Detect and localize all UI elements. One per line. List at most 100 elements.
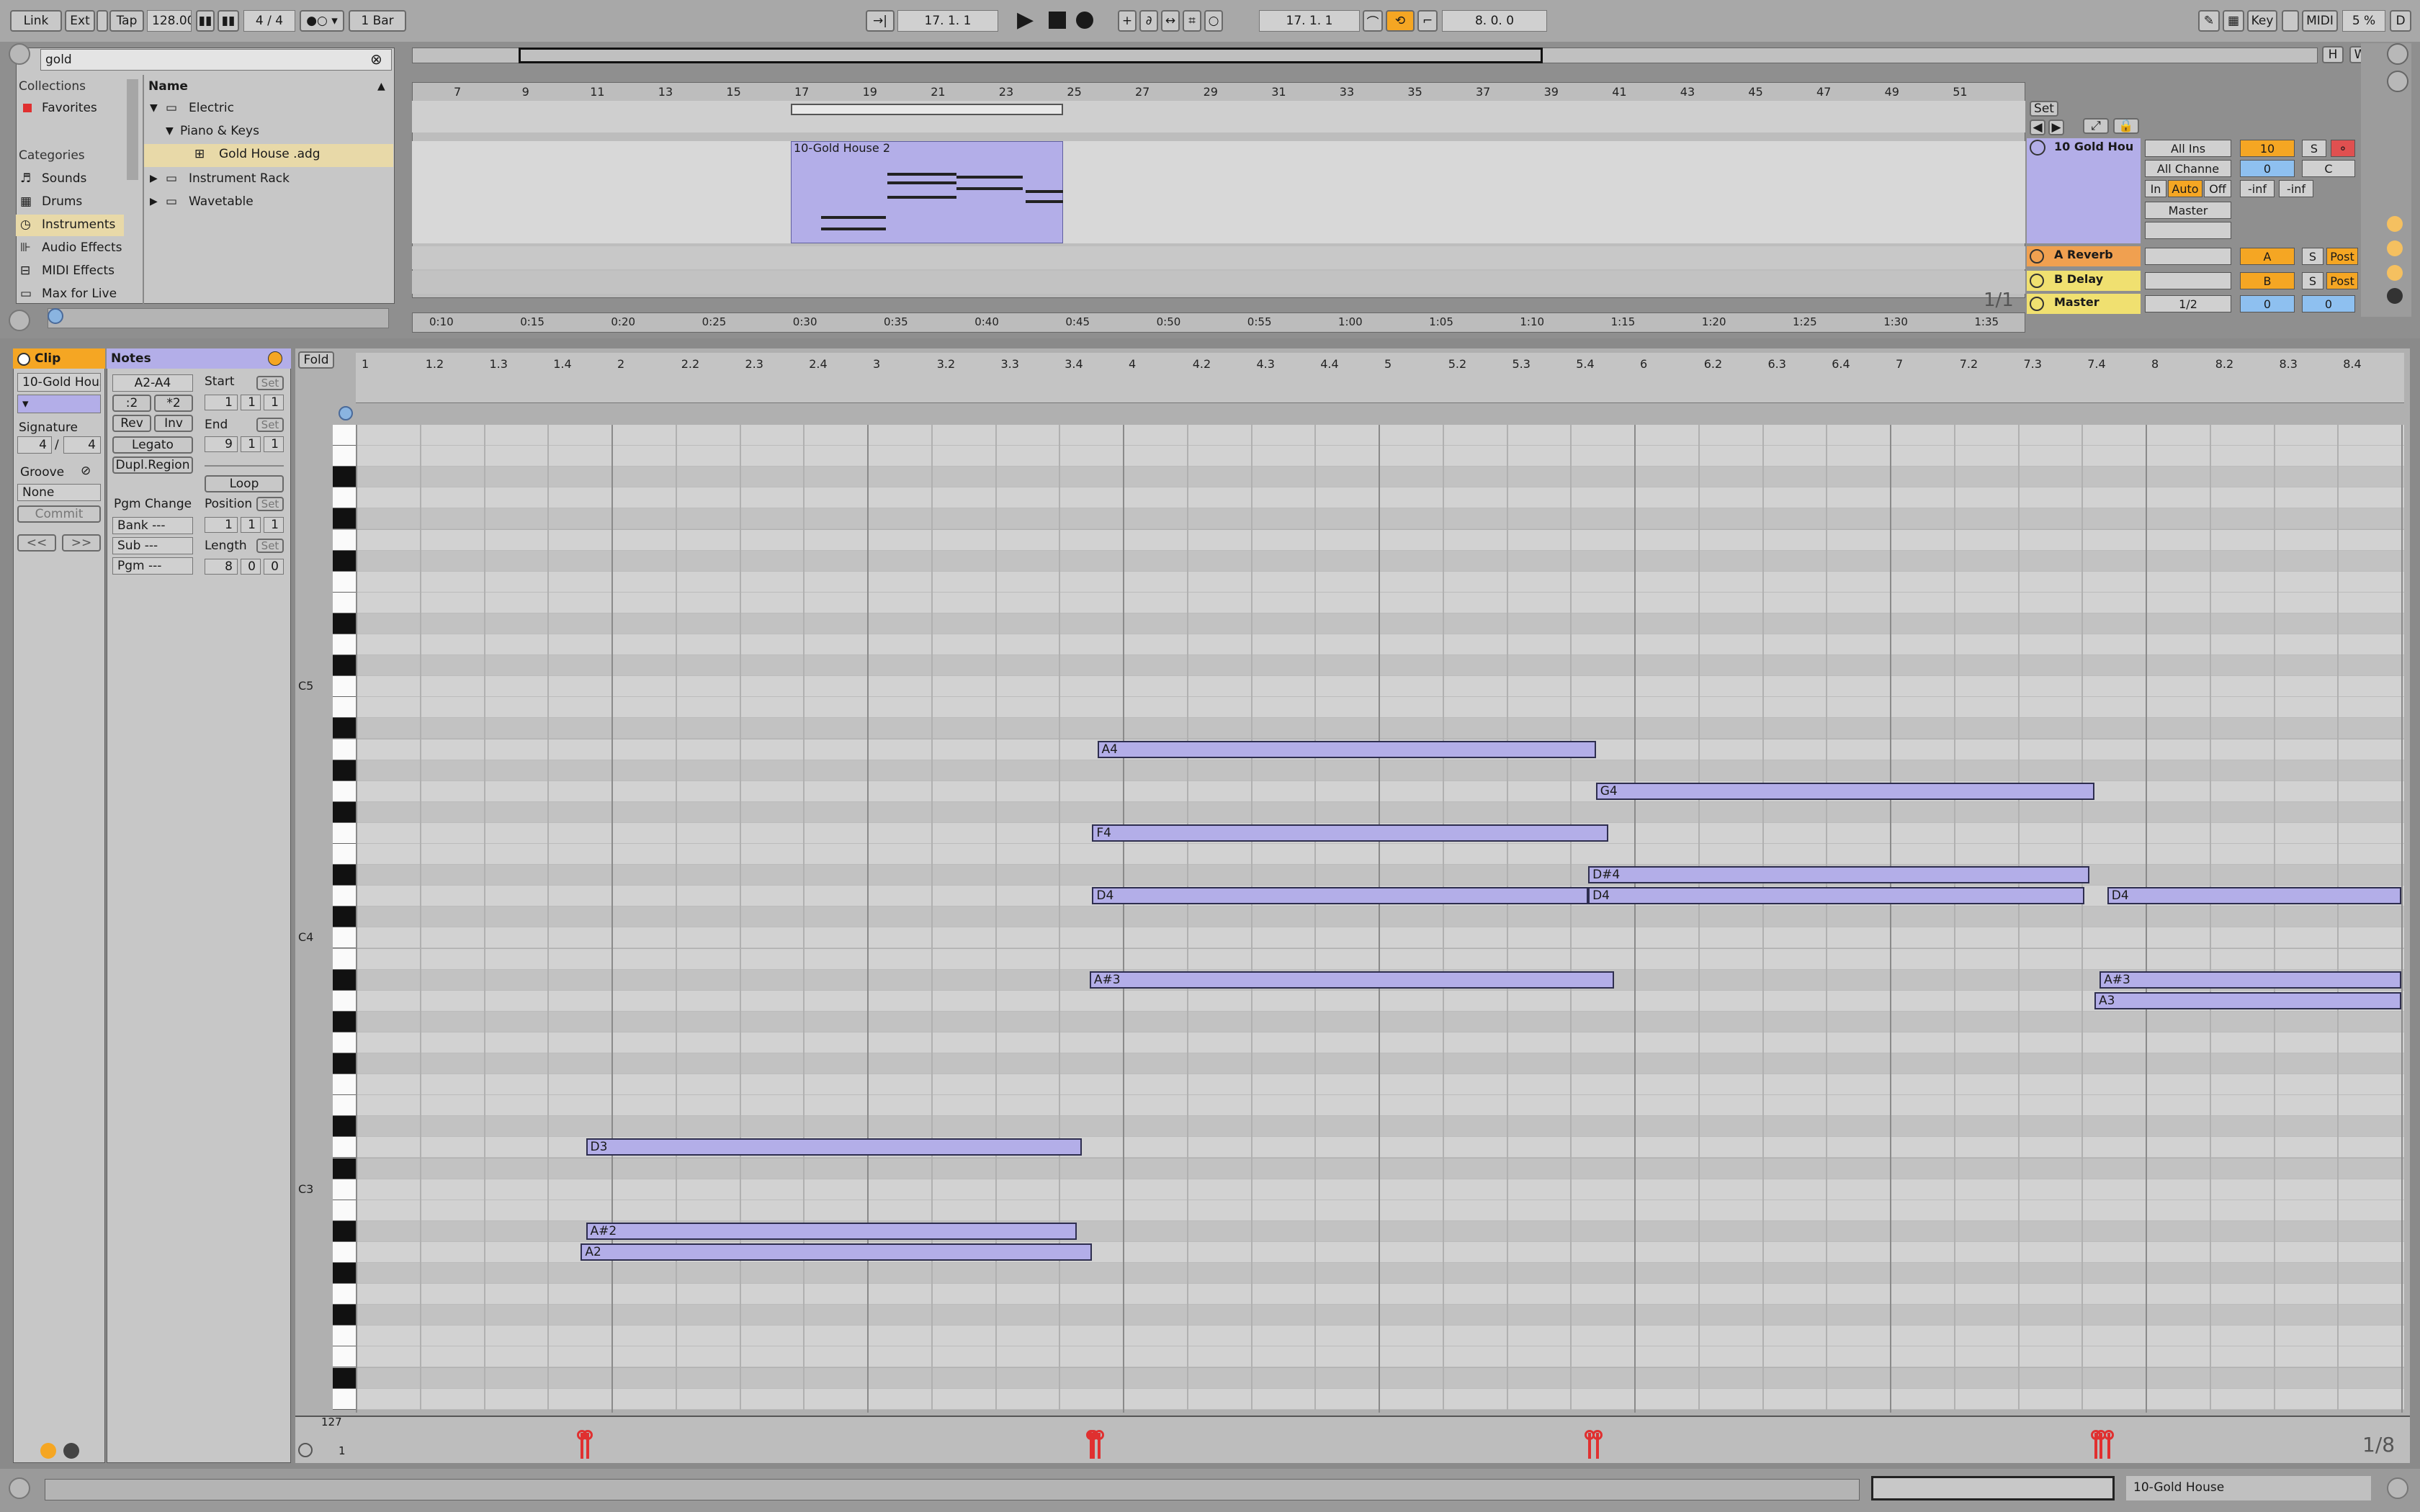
length-bar-field[interactable]: 8 bbox=[205, 559, 238, 575]
duplicate-region-button[interactable]: Dupl.Region bbox=[112, 456, 193, 474]
favorites-item[interactable]: Favorites bbox=[42, 101, 97, 115]
start-set-button[interactable]: Set bbox=[256, 376, 284, 390]
midi-map-button[interactable]: MIDI bbox=[2302, 10, 2338, 32]
midi-note[interactable]: A#2 bbox=[586, 1222, 1077, 1240]
clear-search-icon[interactable]: ⊗ bbox=[370, 50, 382, 68]
tree-electric[interactable]: Electric bbox=[189, 101, 234, 115]
category-audio-effects[interactable]: Audio Effects bbox=[42, 240, 122, 255]
midi-note[interactable]: A#3 bbox=[2099, 971, 2401, 989]
piano-key[interactable] bbox=[333, 1346, 356, 1368]
io-show-icon[interactable] bbox=[2387, 216, 2403, 232]
tree-wavetable[interactable]: Wavetable bbox=[189, 194, 254, 209]
tree-gold-house[interactable]: Gold House .adg bbox=[219, 147, 321, 161]
monitor-off-button[interactable]: Off bbox=[2204, 180, 2231, 197]
key-map-button[interactable]: Key bbox=[2247, 10, 2277, 32]
cue-out-menu[interactable]: 1/2 bbox=[2145, 295, 2231, 312]
piano-key[interactable] bbox=[333, 1284, 356, 1305]
preview-notes-icon[interactable] bbox=[339, 406, 353, 420]
commit-button[interactable]: Commit bbox=[17, 505, 101, 523]
track-activator[interactable]: 10 bbox=[2240, 140, 2295, 157]
return-b-post[interactable]: Post bbox=[2326, 272, 2358, 289]
legato-button[interactable]: Legato bbox=[112, 436, 193, 454]
loop-start-field[interactable]: 17. 1. 1 bbox=[1259, 10, 1360, 32]
nudge-up-icon[interactable]: ▮▮ bbox=[218, 10, 239, 32]
piano-key[interactable] bbox=[333, 718, 356, 739]
browser-search-input[interactable]: gold bbox=[40, 49, 392, 71]
set-locator-button[interactable]: Set bbox=[2030, 101, 2058, 117]
signature-denominator[interactable]: 4 bbox=[63, 436, 101, 454]
output-channel-menu[interactable] bbox=[2145, 222, 2231, 239]
browser-toggle-icon[interactable] bbox=[9, 43, 30, 65]
category-midi-effects[interactable]: MIDI Effects bbox=[42, 264, 115, 278]
piano-key[interactable] bbox=[333, 1220, 356, 1242]
end-beat-field[interactable]: 1 bbox=[241, 436, 261, 452]
fold-button[interactable]: Fold bbox=[298, 351, 334, 369]
return-a-lane[interactable] bbox=[412, 246, 2025, 269]
midi-note[interactable]: A3 bbox=[2094, 991, 2401, 1009]
end-sixteenth-field[interactable]: 1 bbox=[264, 436, 284, 452]
piano-key[interactable] bbox=[333, 1158, 356, 1179]
piano-key[interactable] bbox=[333, 467, 356, 488]
track-name[interactable]: 10 Gold Hou bbox=[2054, 140, 2133, 153]
velocity-handle-icon[interactable] bbox=[1585, 1430, 1595, 1440]
position-bar-field[interactable]: 1 bbox=[205, 517, 238, 533]
input-channel-menu[interactable]: All Channe bbox=[2145, 160, 2231, 177]
double-button[interactable]: *2 bbox=[154, 395, 193, 412]
nudge-down-icon[interactable]: ▮▮ bbox=[196, 10, 215, 32]
return-b-output[interactable] bbox=[2145, 272, 2231, 289]
piano-key[interactable] bbox=[333, 529, 356, 551]
bank-field[interactable]: Bank --- bbox=[112, 517, 193, 534]
midi-note[interactable]: A4 bbox=[1097, 740, 1596, 758]
position-set-button[interactable]: Set bbox=[256, 497, 284, 511]
piano-key[interactable] bbox=[333, 676, 356, 698]
tempo-field[interactable]: 128.00 bbox=[147, 10, 192, 32]
expand-piano-keys-icon[interactable]: ▼ bbox=[166, 125, 174, 137]
master-pan[interactable]: 0 bbox=[2302, 295, 2355, 312]
piano-key[interactable] bbox=[333, 906, 356, 928]
note-grid[interactable] bbox=[356, 425, 2404, 1413]
length-set-button[interactable]: Set bbox=[256, 539, 284, 553]
quantize-menu[interactable]: 1 Bar bbox=[349, 10, 406, 32]
piano-key[interactable] bbox=[333, 655, 356, 677]
clip-name-field[interactable]: 10-Gold Hous bbox=[17, 373, 101, 392]
ext-sync-button[interactable]: Ext bbox=[65, 10, 95, 32]
lock-icon[interactable]: 🔒 bbox=[2113, 118, 2139, 134]
piano-key[interactable] bbox=[333, 446, 356, 467]
name-column-header[interactable]: Name bbox=[148, 79, 188, 94]
piano-key[interactable] bbox=[333, 1116, 356, 1138]
piano-key[interactable] bbox=[333, 927, 356, 949]
velocity-handle-icon[interactable] bbox=[2091, 1430, 2101, 1440]
metronome-button[interactable]: ●○ ▾ bbox=[300, 10, 344, 32]
piano-key[interactable] bbox=[333, 739, 356, 760]
loop-brace[interactable] bbox=[791, 104, 1063, 115]
track-overview-thumb[interactable] bbox=[1871, 1476, 2115, 1500]
piano-key[interactable] bbox=[333, 844, 356, 865]
piano-key[interactable] bbox=[333, 1241, 356, 1263]
program-field[interactable]: Pgm --- bbox=[112, 557, 193, 575]
draw-automation-icon[interactable]: ⤢ bbox=[2083, 118, 2109, 134]
tree-piano-keys[interactable]: Piano & Keys bbox=[180, 124, 259, 138]
monitor-in-button[interactable]: In bbox=[2145, 180, 2166, 197]
loop-length-field[interactable]: 8. 0. 0 bbox=[1442, 10, 1547, 32]
solo-button[interactable]: S bbox=[2302, 140, 2326, 157]
return-a-activator[interactable]: A bbox=[2240, 248, 2295, 265]
tap-tempo-button[interactable]: Tap bbox=[109, 10, 144, 32]
start-bar-field[interactable]: 1 bbox=[205, 395, 238, 410]
start-beat-field[interactable]: 1 bbox=[241, 395, 261, 410]
velocity-handle-icon[interactable] bbox=[577, 1430, 587, 1440]
piano-key[interactable] bbox=[333, 948, 356, 970]
piano-key[interactable] bbox=[333, 990, 356, 1012]
detail-toggle-icon[interactable] bbox=[2387, 1477, 2408, 1499]
length-sixteenth-field[interactable]: 0 bbox=[264, 559, 284, 575]
length-beat-field[interactable]: 0 bbox=[241, 559, 261, 575]
link-button[interactable]: Link bbox=[10, 10, 62, 32]
help-toggle-icon[interactable] bbox=[9, 1477, 30, 1499]
piano-key[interactable] bbox=[333, 697, 356, 719]
return-b-fold-icon[interactable] bbox=[2030, 274, 2044, 288]
piano-key[interactable] bbox=[333, 1053, 356, 1075]
midi-note[interactable]: D4 bbox=[1588, 887, 2084, 905]
overview-icon[interactable] bbox=[2387, 71, 2408, 92]
midi-note[interactable]: D#4 bbox=[1588, 866, 2089, 884]
track-fold-icon[interactable] bbox=[2030, 140, 2045, 156]
prev-clip-button[interactable]: << bbox=[17, 534, 56, 552]
